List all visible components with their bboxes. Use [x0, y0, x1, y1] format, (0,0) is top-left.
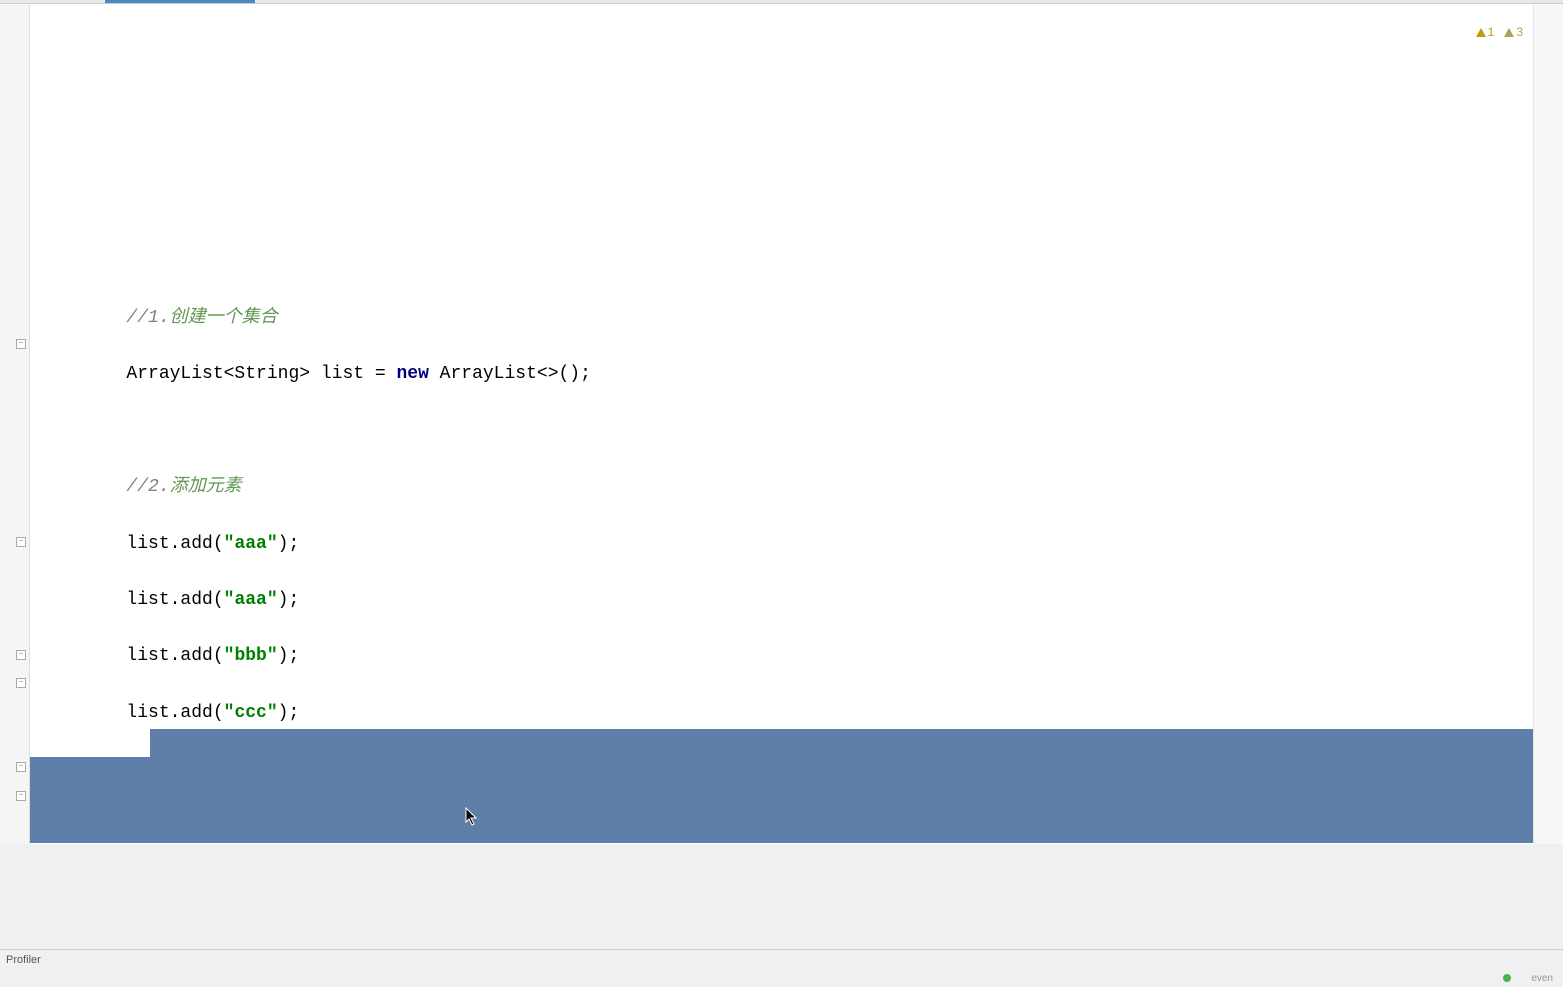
status-text: even — [1531, 973, 1553, 984]
code-token: ); — [278, 590, 300, 610]
weak-warning-icon — [1504, 28, 1514, 37]
code-token: "aaa" — [224, 590, 278, 610]
status-dot-icon — [1503, 974, 1511, 982]
code-line: //1.创建一个集合 — [30, 304, 1533, 332]
code-token: //2. — [40, 477, 170, 497]
gutter[interactable]: − − − − − − — [0, 4, 30, 844]
right-scrollbar-area[interactable] — [1533, 4, 1563, 844]
status-bar-right: even — [1493, 969, 1563, 987]
code-line: ArrayList<String> list = new ArrayList<>… — [30, 360, 1533, 388]
fold-marker-icon[interactable]: − — [16, 537, 26, 547]
code-line — [30, 417, 1533, 445]
fold-marker-icon[interactable]: − — [16, 678, 26, 688]
fold-marker-icon[interactable]: − — [16, 762, 26, 772]
fold-marker-icon[interactable]: − — [16, 339, 26, 349]
code-token: ArrayList<>(); — [429, 364, 591, 384]
code-line: list.add("bbb"); — [30, 642, 1533, 670]
warning-count: 1 — [1488, 18, 1495, 46]
code-token: ); — [278, 534, 300, 554]
weak-warning-badge[interactable]: 3 — [1504, 18, 1523, 46]
editor-pane: − − − − − − 1 3 //1.创建一个集合 ArrayList<Str… — [0, 4, 1563, 844]
fold-marker-icon[interactable]: − — [16, 650, 26, 660]
code-token: list.add( — [40, 646, 224, 666]
code-token: new — [396, 364, 428, 384]
code-token: "ccc" — [224, 703, 278, 723]
code-token: ); — [278, 646, 300, 666]
code-token — [40, 421, 51, 441]
code-editor[interactable]: 1 3 //1.创建一个集合 ArrayList<String> list = … — [30, 4, 1533, 844]
code-token: list.add( — [40, 534, 224, 554]
inspection-widget[interactable]: 1 3 — [1476, 18, 1523, 46]
weak-warning-count: 3 — [1516, 18, 1523, 46]
code-token — [40, 759, 51, 779]
code-token: 创建一个集合 — [170, 308, 278, 328]
code-token: "aaa" — [224, 534, 278, 554]
fold-marker-icon[interactable]: − — [16, 791, 26, 801]
code-line — [30, 812, 1533, 840]
code-token: 添加元素 — [170, 477, 242, 497]
code-line: list.add("aaa"); — [30, 530, 1533, 558]
code-lines: //1.创建一个集合 ArrayList<String> list = new … — [30, 276, 1533, 844]
bottom-toolbar[interactable]: Profiler — [0, 949, 1563, 969]
code-token: "bbb" — [224, 646, 278, 666]
warning-icon — [1476, 28, 1486, 37]
code-line: //2.添加元素 — [30, 473, 1533, 501]
code-token: list.add( — [40, 703, 224, 723]
profiler-tool-button[interactable]: Profiler — [6, 954, 41, 966]
code-token: ); — [278, 703, 300, 723]
active-tab-indicator — [105, 0, 255, 3]
code-token: list.add( — [40, 590, 224, 610]
code-line: list.add("ccc"); — [30, 699, 1533, 727]
code-line — [30, 755, 1533, 783]
warning-badge[interactable]: 1 — [1476, 18, 1495, 46]
code-line: list.add("aaa"); — [30, 586, 1533, 614]
code-token: ArrayList<String> list = — [40, 364, 396, 384]
code-token — [40, 816, 51, 836]
code-token: //1. — [40, 308, 170, 328]
